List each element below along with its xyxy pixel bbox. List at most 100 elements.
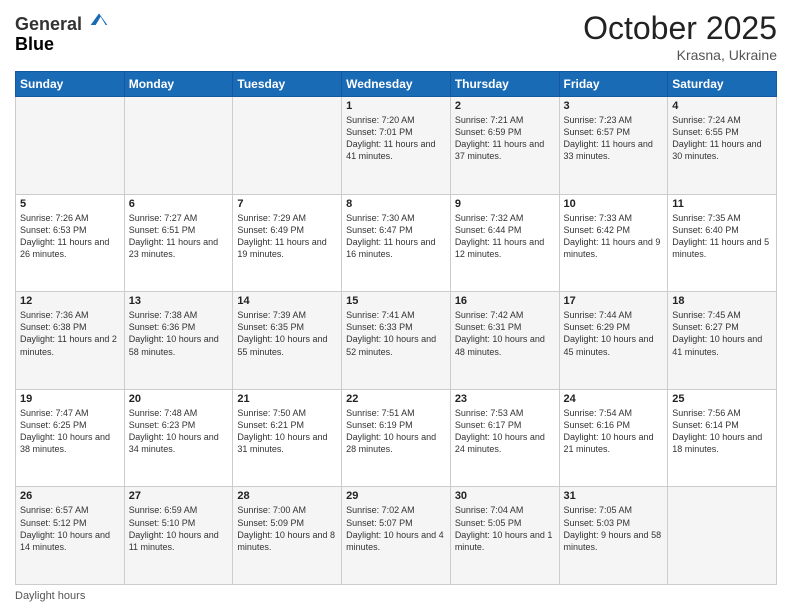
calendar-cell: 17 Sunrise: 7:44 AM Sunset: 6:29 PM Dayli… — [559, 292, 668, 390]
calendar-cell: 26 Sunrise: 6:57 AM Sunset: 5:12 PM Dayli… — [16, 487, 125, 585]
logo: General Blue — [15, 10, 109, 55]
calendar-table: SundayMondayTuesdayWednesdayThursdayFrid… — [15, 71, 777, 585]
footer: Daylight hours — [15, 590, 777, 602]
day-number: 12 — [20, 295, 120, 307]
cell-text: Sunrise: 7:05 AM Sunset: 5:03 PM Dayligh… — [564, 504, 664, 553]
cell-text: Sunrise: 7:51 AM Sunset: 6:19 PM Dayligh… — [346, 407, 446, 456]
calendar-cell: 15Sunrise: 7:41 AM Sunset: 6:33 PM Dayli… — [342, 292, 451, 390]
weekday-header-monday: Monday — [124, 72, 233, 97]
calendar-cell — [16, 97, 125, 195]
calendar-cell: 29 Sunrise: 7:02 AM Sunset: 5:07 PM Dayli… — [342, 487, 451, 585]
cell-text: Sunrise: 7:44 AM Sunset: 6:29 PM Dayligh… — [564, 309, 664, 358]
cell-text: Sunrise: 7:56 AM Sunset: 6:14 PM Dayligh… — [672, 407, 772, 456]
cell-text: Sunrise: 7:39 AM Sunset: 6:35 PM Dayligh… — [237, 309, 337, 358]
calendar-cell: 19Sunrise: 7:47 AM Sunset: 6:25 PM Dayli… — [16, 389, 125, 487]
day-number: 20 — [129, 393, 229, 405]
day-number: 21 — [237, 393, 337, 405]
cell-text: Sunrise: 7:30 AM Sunset: 6:47 PM Dayligh… — [346, 212, 446, 261]
cell-text: Sunrise: 7:48 AM Sunset: 6:23 PM Dayligh… — [129, 407, 229, 456]
cell-text: Sunrise: 6:59 AM Sunset: 5:10 PM Dayligh… — [129, 504, 229, 553]
weekday-header-friday: Friday — [559, 72, 668, 97]
calendar-cell — [124, 97, 233, 195]
calendar-cell: 11Sunrise: 7:35 AM Sunset: 6:40 PM Dayli… — [668, 194, 777, 292]
cell-text: Sunrise: 7:38 AM Sunset: 6:36 PM Dayligh… — [129, 309, 229, 358]
calendar-cell: 2Sunrise: 7:21 AM Sunset: 6:59 PM Daylig… — [450, 97, 559, 195]
calendar-cell: 4 Sunrise: 7:24 AM Sunset: 6:55 PM Daylig… — [668, 97, 777, 195]
day-number: 14 — [237, 295, 337, 307]
cell-text: Sunrise: 6:57 AM Sunset: 5:12 PM Dayligh… — [20, 504, 120, 553]
day-number: 8 — [346, 198, 446, 210]
calendar-cell: 28Sunrise: 7:00 AM Sunset: 5:09 PM Dayli… — [233, 487, 342, 585]
calendar-row-2: 12 Sunrise: 7:36 AM Sunset: 6:38 PM Dayli… — [16, 292, 777, 390]
day-number: 29 — [346, 490, 446, 502]
cell-text: Sunrise: 7:23 AM Sunset: 6:57 PM Dayligh… — [564, 114, 664, 163]
day-number: 28 — [237, 490, 337, 502]
calendar-cell: 31 Sunrise: 7:05 AM Sunset: 5:03 PM Dayli… — [559, 487, 668, 585]
logo-blue: Blue — [15, 34, 54, 54]
calendar-cell: 5 Sunrise: 7:26 AM Sunset: 6:53 PM Daylig… — [16, 194, 125, 292]
weekday-header-wednesday: Wednesday — [342, 72, 451, 97]
cell-text: Sunrise: 7:33 AM Sunset: 6:42 PM Dayligh… — [564, 212, 664, 261]
day-number: 18 — [672, 295, 772, 307]
day-number: 10 — [564, 198, 664, 210]
day-number: 22 — [346, 393, 446, 405]
cell-text: Sunrise: 7:35 AM Sunset: 6:40 PM Dayligh… — [672, 212, 772, 261]
calendar-cell: 10 Sunrise: 7:33 AM Sunset: 6:42 PM Dayli… — [559, 194, 668, 292]
cell-text: Sunrise: 7:32 AM Sunset: 6:44 PM Dayligh… — [455, 212, 555, 261]
calendar-cell: 12 Sunrise: 7:36 AM Sunset: 6:38 PM Dayli… — [16, 292, 125, 390]
cell-text: Sunrise: 7:04 AM Sunset: 5:05 PM Dayligh… — [455, 504, 555, 553]
calendar-cell — [668, 487, 777, 585]
cell-text: Sunrise: 7:24 AM Sunset: 6:55 PM Dayligh… — [672, 114, 772, 163]
day-number: 9 — [455, 198, 555, 210]
day-number: 25 — [672, 393, 772, 405]
header: General Blue October 2025 Krasna, Ukrain… — [15, 10, 777, 63]
day-number: 7 — [237, 198, 337, 210]
day-number: 26 — [20, 490, 120, 502]
day-number: 16 — [455, 295, 555, 307]
calendar-cell: 8 Sunrise: 7:30 AM Sunset: 6:47 PM Daylig… — [342, 194, 451, 292]
cell-text: Sunrise: 7:02 AM Sunset: 5:07 PM Dayligh… — [346, 504, 446, 553]
cell-text: Sunrise: 7:42 AM Sunset: 6:31 PM Dayligh… — [455, 309, 555, 358]
calendar-cell: 27 Sunrise: 6:59 AM Sunset: 5:10 PM Dayli… — [124, 487, 233, 585]
day-number: 27 — [129, 490, 229, 502]
day-number: 31 — [564, 490, 664, 502]
day-number: 5 — [20, 198, 120, 210]
day-number: 23 — [455, 393, 555, 405]
day-number: 15 — [346, 295, 446, 307]
calendar-cell: 21 Sunrise: 7:50 AM Sunset: 6:21 PM Dayli… — [233, 389, 342, 487]
calendar-cell: 1 Sunrise: 7:20 AM Sunset: 7:01 PM Daylig… — [342, 97, 451, 195]
month-title: October 2025 — [583, 10, 777, 47]
calendar-cell: 7Sunrise: 7:29 AM Sunset: 6:49 PM Daylig… — [233, 194, 342, 292]
day-number: 3 — [564, 100, 664, 112]
day-number: 13 — [129, 295, 229, 307]
location: Krasna, Ukraine — [583, 47, 777, 63]
day-number: 4 — [672, 100, 772, 112]
cell-text: Sunrise: 7:20 AM Sunset: 7:01 PM Dayligh… — [346, 114, 446, 163]
weekday-header-sunday: Sunday — [16, 72, 125, 97]
page: General Blue October 2025 Krasna, Ukrain… — [0, 0, 792, 612]
calendar-cell: 22 Sunrise: 7:51 AM Sunset: 6:19 PM Dayli… — [342, 389, 451, 487]
calendar-cell: 23 Sunrise: 7:53 AM Sunset: 6:17 PM Dayli… — [450, 389, 559, 487]
day-number: 6 — [129, 198, 229, 210]
calendar-cell: 18Sunrise: 7:45 AM Sunset: 6:27 PM Dayli… — [668, 292, 777, 390]
calendar-cell: 9 Sunrise: 7:32 AM Sunset: 6:44 PM Daylig… — [450, 194, 559, 292]
logo-general: General — [15, 14, 82, 34]
calendar-row-0: 1 Sunrise: 7:20 AM Sunset: 7:01 PM Daylig… — [16, 97, 777, 195]
calendar-cell: 24Sunrise: 7:54 AM Sunset: 6:16 PM Dayli… — [559, 389, 668, 487]
weekday-header-tuesday: Tuesday — [233, 72, 342, 97]
calendar-cell: 13 Sunrise: 7:38 AM Sunset: 6:36 PM Dayli… — [124, 292, 233, 390]
cell-text: Sunrise: 7:47 AM Sunset: 6:25 PM Dayligh… — [20, 407, 120, 456]
day-number: 1 — [346, 100, 446, 112]
day-number: 17 — [564, 295, 664, 307]
cell-text: Sunrise: 7:53 AM Sunset: 6:17 PM Dayligh… — [455, 407, 555, 456]
calendar-row-4: 26 Sunrise: 6:57 AM Sunset: 5:12 PM Dayli… — [16, 487, 777, 585]
cell-text: Sunrise: 7:50 AM Sunset: 6:21 PM Dayligh… — [237, 407, 337, 456]
cell-text: Sunrise: 7:26 AM Sunset: 6:53 PM Dayligh… — [20, 212, 120, 261]
calendar-cell: 30Sunrise: 7:04 AM Sunset: 5:05 PM Dayli… — [450, 487, 559, 585]
weekday-header-saturday: Saturday — [668, 72, 777, 97]
cell-text: Sunrise: 7:36 AM Sunset: 6:38 PM Dayligh… — [20, 309, 120, 358]
cell-text: Sunrise: 7:27 AM Sunset: 6:51 PM Dayligh… — [129, 212, 229, 261]
calendar-row-1: 5 Sunrise: 7:26 AM Sunset: 6:53 PM Daylig… — [16, 194, 777, 292]
calendar-cell: 25 Sunrise: 7:56 AM Sunset: 6:14 PM Dayli… — [668, 389, 777, 487]
calendar-cell: 20 Sunrise: 7:48 AM Sunset: 6:23 PM Dayli… — [124, 389, 233, 487]
